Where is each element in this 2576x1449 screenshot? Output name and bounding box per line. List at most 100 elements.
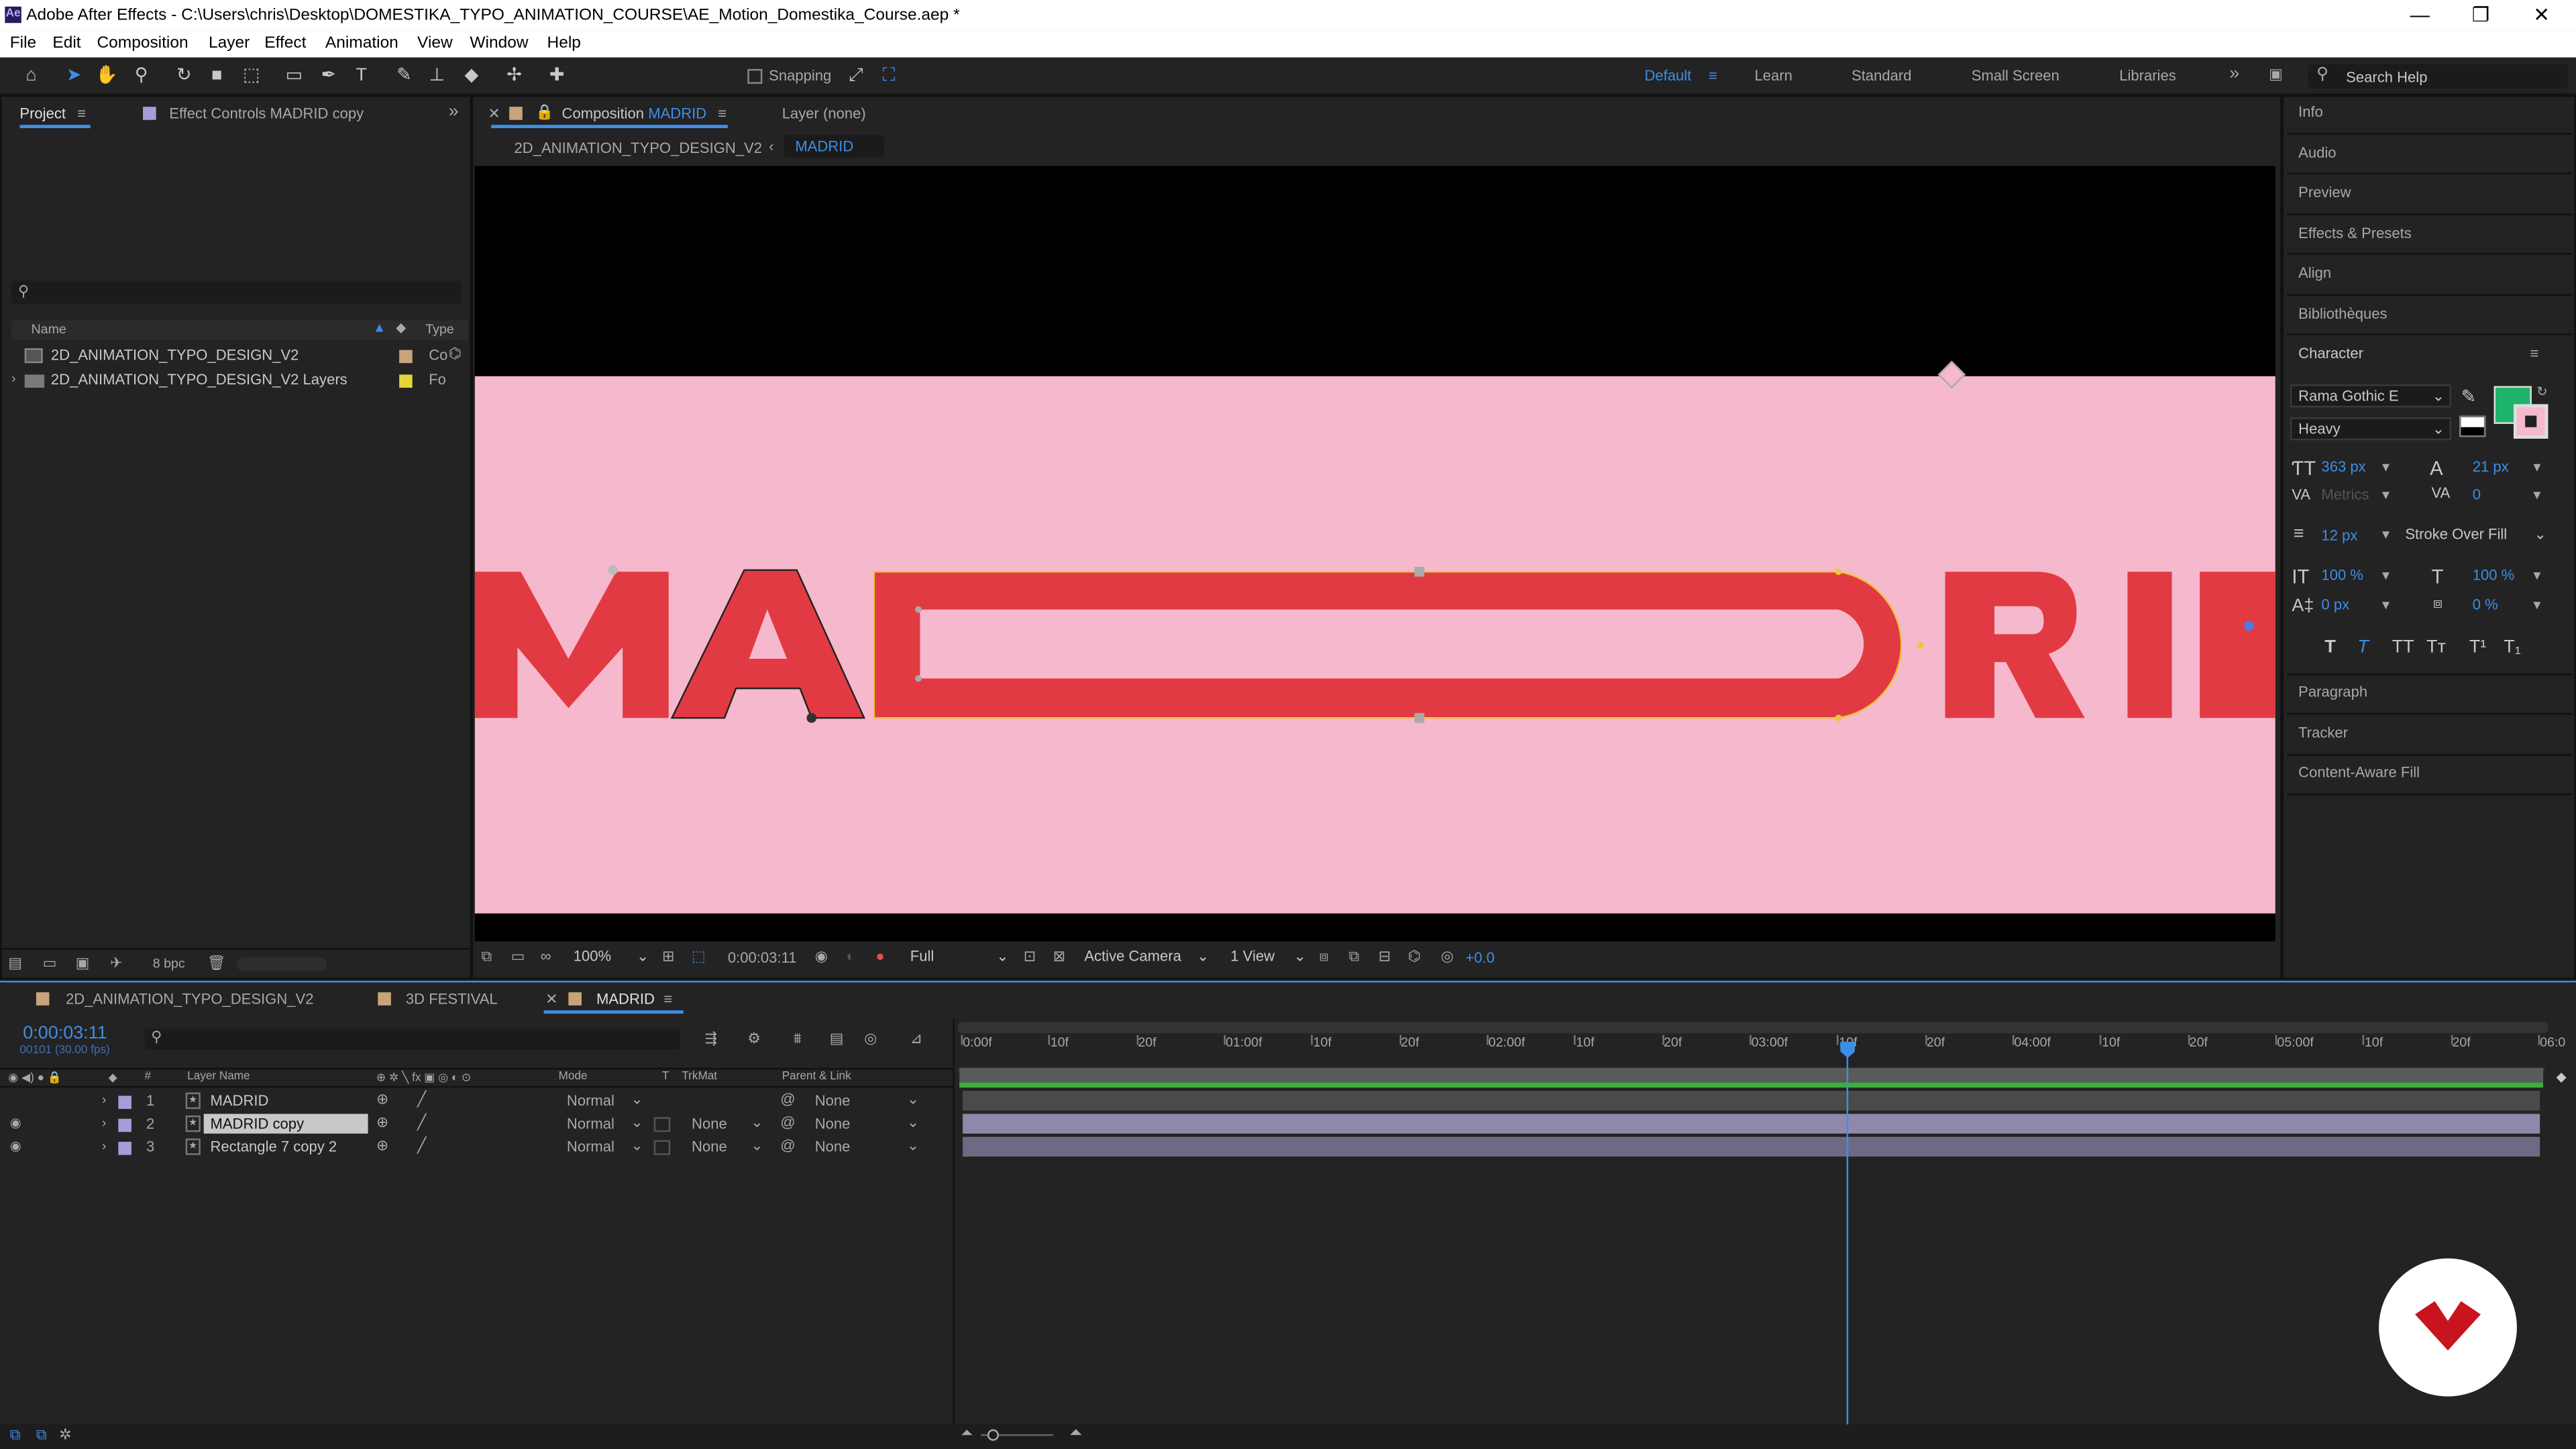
chevron-down-icon[interactable]: ▾ xyxy=(2533,486,2540,504)
menu-composition[interactable]: Composition xyxy=(97,34,188,52)
channel-rgb-icon[interactable]: ● xyxy=(875,948,884,964)
panel-effects-presets[interactable]: Effects & Presets xyxy=(2298,225,2412,241)
close-tab-icon[interactable]: ✕ xyxy=(488,105,500,123)
composition-viewer[interactable] xyxy=(474,166,2275,942)
bounding-handle[interactable] xyxy=(1414,566,1425,577)
menu-help[interactable]: Help xyxy=(547,34,581,52)
exposure-value[interactable]: +0.0 xyxy=(1466,950,1495,966)
layer-label-swatch[interactable] xyxy=(118,1118,131,1132)
workspace-menu-icon[interactable]: ≡ xyxy=(1709,67,1717,83)
col-parent[interactable]: Parent & Link xyxy=(782,1071,851,1083)
font-family-dropdown[interactable]: Rama Gothic E ⌄ xyxy=(2290,384,2451,408)
no-fill-swatch[interactable] xyxy=(2459,415,2486,437)
layer-label-swatch[interactable] xyxy=(118,1142,131,1155)
path-vertex[interactable] xyxy=(1917,642,1924,649)
label-tag-icon[interactable]: ◆ xyxy=(396,321,406,335)
breadcrumb-parent[interactable]: 2D_ANIMATION_TYPO_DESIGN_V2 xyxy=(515,140,763,156)
toggle-pixel-aspect-icon[interactable]: ⧈ xyxy=(1320,948,1329,966)
flowchart-icon[interactable]: ⌬ xyxy=(1408,948,1421,966)
zoom-out-icon[interactable]: ⏶ xyxy=(961,1424,973,1442)
graph-editor-icon[interactable]: ⊿ xyxy=(910,1030,922,1049)
project-menu-icon[interactable]: ≡ xyxy=(77,105,86,121)
preserve-transparency-checkbox[interactable] xyxy=(653,1117,671,1132)
layer-parent[interactable]: None xyxy=(815,1093,851,1109)
leading-value[interactable]: 21 px xyxy=(2473,458,2509,474)
col-layer-name[interactable]: Layer Name xyxy=(187,1071,250,1083)
menu-effect[interactable]: Effect xyxy=(264,34,306,52)
chevron-down-icon[interactable]: ⌄ xyxy=(631,1137,643,1155)
rotate-tool-icon[interactable]: ↻ xyxy=(172,64,195,87)
panel-preview[interactable]: Preview xyxy=(2298,184,2351,200)
pen-tool-icon[interactable]: ✒ xyxy=(317,64,340,87)
path-vertex[interactable] xyxy=(2244,621,2255,631)
col-name[interactable]: Name xyxy=(32,322,66,337)
selection-tool-icon[interactable]: ➤ xyxy=(62,64,85,87)
panel-tracker[interactable]: Tracker xyxy=(2298,724,2348,741)
quality-switch-icon[interactable]: ╱ xyxy=(417,1091,426,1109)
sort-ascending-icon[interactable]: ▲ xyxy=(373,321,386,335)
3d-view-icon[interactable]: ⧉ xyxy=(1349,948,1360,966)
tab-composition[interactable]: Composition MADRID xyxy=(562,105,707,121)
views-dropdown[interactable]: 1 View ⌄ xyxy=(1224,947,1309,969)
exposure-icon[interactable]: ◎ xyxy=(1441,948,1454,966)
project-settings-icon[interactable]: ✈ xyxy=(110,955,122,973)
layer-bar[interactable] xyxy=(963,1114,2540,1134)
toggle-switches-icon[interactable]: ⧉ xyxy=(36,1426,47,1444)
stroke-mode-dropdown[interactable]: Stroke Over Fill ⌄ xyxy=(2399,524,2550,547)
workspace-learn[interactable]: Learn xyxy=(1755,67,1792,83)
chevron-down-icon[interactable]: ▾ xyxy=(2382,596,2390,614)
shy-switch-icon[interactable]: ⊕ xyxy=(376,1114,388,1132)
all-caps-icon[interactable]: TT xyxy=(2392,637,2414,657)
flowchart-icon[interactable]: ⌬ xyxy=(449,345,462,363)
layer-trkmat[interactable]: None xyxy=(692,1138,727,1155)
snap-option-icon[interactable]: ⤢ xyxy=(845,64,867,87)
shy-switch-icon[interactable]: ⊕ xyxy=(376,1091,388,1109)
rectangle-tool-icon[interactable]: ▭ xyxy=(282,64,305,87)
preserve-transparency-checkbox[interactable] xyxy=(653,1140,671,1155)
bit-depth-button[interactable]: 8 bpc xyxy=(153,956,185,971)
close-button[interactable]: ✕ xyxy=(2517,1,2566,30)
project-item[interactable]: › 2D_ANIMATION_TYPO_DESIGN_V2 Layers Fo xyxy=(11,370,468,392)
chevron-down-icon[interactable]: ⌄ xyxy=(751,1137,763,1155)
col-trkmat[interactable]: TrkMat xyxy=(682,1071,717,1083)
hand-tool-icon[interactable]: ✋ xyxy=(95,64,118,87)
chevron-down-icon[interactable]: ▾ xyxy=(2533,458,2540,476)
tracking-value[interactable]: 0 xyxy=(2473,486,2481,502)
path-vertex[interactable] xyxy=(1835,714,1842,722)
reset-exposure-icon[interactable]: ⊟ xyxy=(1379,948,1391,966)
workspace-default[interactable]: Default xyxy=(1644,67,1691,83)
faux-italic-icon[interactable]: T xyxy=(2357,637,2368,657)
menu-animation[interactable]: Animation xyxy=(325,34,398,52)
eye-visibility-icon[interactable]: ◉ xyxy=(10,1116,21,1130)
sync-settings-icon[interactable]: ▣ xyxy=(2269,66,2283,84)
timeline-tab-festival[interactable]: 3D FESTIVAL xyxy=(406,991,498,1007)
layer-mode[interactable]: Normal xyxy=(567,1093,614,1109)
always-preview-icon[interactable]: ⧉ xyxy=(482,948,492,966)
more-workspaces-icon[interactable]: » xyxy=(2229,64,2239,84)
tsume-value[interactable]: 0 % xyxy=(2473,596,2498,612)
zoom-tool-icon[interactable]: ⚲ xyxy=(129,64,152,87)
expand-chevron-icon[interactable]: › xyxy=(102,1138,107,1153)
type-tool-icon[interactable]: T xyxy=(350,64,373,87)
zoom-dropdown[interactable]: 100% ⌄ xyxy=(567,947,652,969)
font-size-value[interactable]: 363 px xyxy=(2321,458,2365,474)
frame-blending-icon[interactable]: ▤ xyxy=(830,1030,844,1049)
pick-whip-icon[interactable]: @ xyxy=(780,1137,795,1153)
timeline-tab-madrid[interactable]: MADRID xyxy=(596,991,655,1007)
timeline-menu-icon[interactable]: ≡ xyxy=(663,991,672,1007)
lock-icon[interactable]: 🔒 xyxy=(535,103,553,121)
expand-panels-icon[interactable]: » xyxy=(449,102,459,121)
snap-target-icon[interactable]: ⛶ xyxy=(877,64,900,87)
pan-behind-tool-icon[interactable]: ⬚ xyxy=(240,64,263,87)
camera-tool-icon[interactable]: ■ xyxy=(205,64,228,87)
motion-blur-icon[interactable]: ◎ xyxy=(864,1030,877,1049)
eyedropper-icon[interactable]: ✎ xyxy=(2461,386,2477,407)
layer-row[interactable]: ◉ › 3 ★ Rectangle 7 copy 2 ⊕ ╱ Normal ⌄ … xyxy=(0,1137,953,1160)
interpret-footage-icon[interactable]: ▤ xyxy=(8,955,22,973)
layer-name[interactable]: Rectangle 7 copy 2 xyxy=(210,1138,337,1155)
clone-stamp-tool-icon[interactable]: ⊥ xyxy=(425,64,448,87)
path-vertex[interactable] xyxy=(806,712,817,723)
horizontal-scale-value[interactable]: 100 % xyxy=(2473,567,2515,583)
layer-label-swatch[interactable] xyxy=(118,1095,131,1110)
eraser-tool-icon[interactable]: ◆ xyxy=(460,64,483,87)
